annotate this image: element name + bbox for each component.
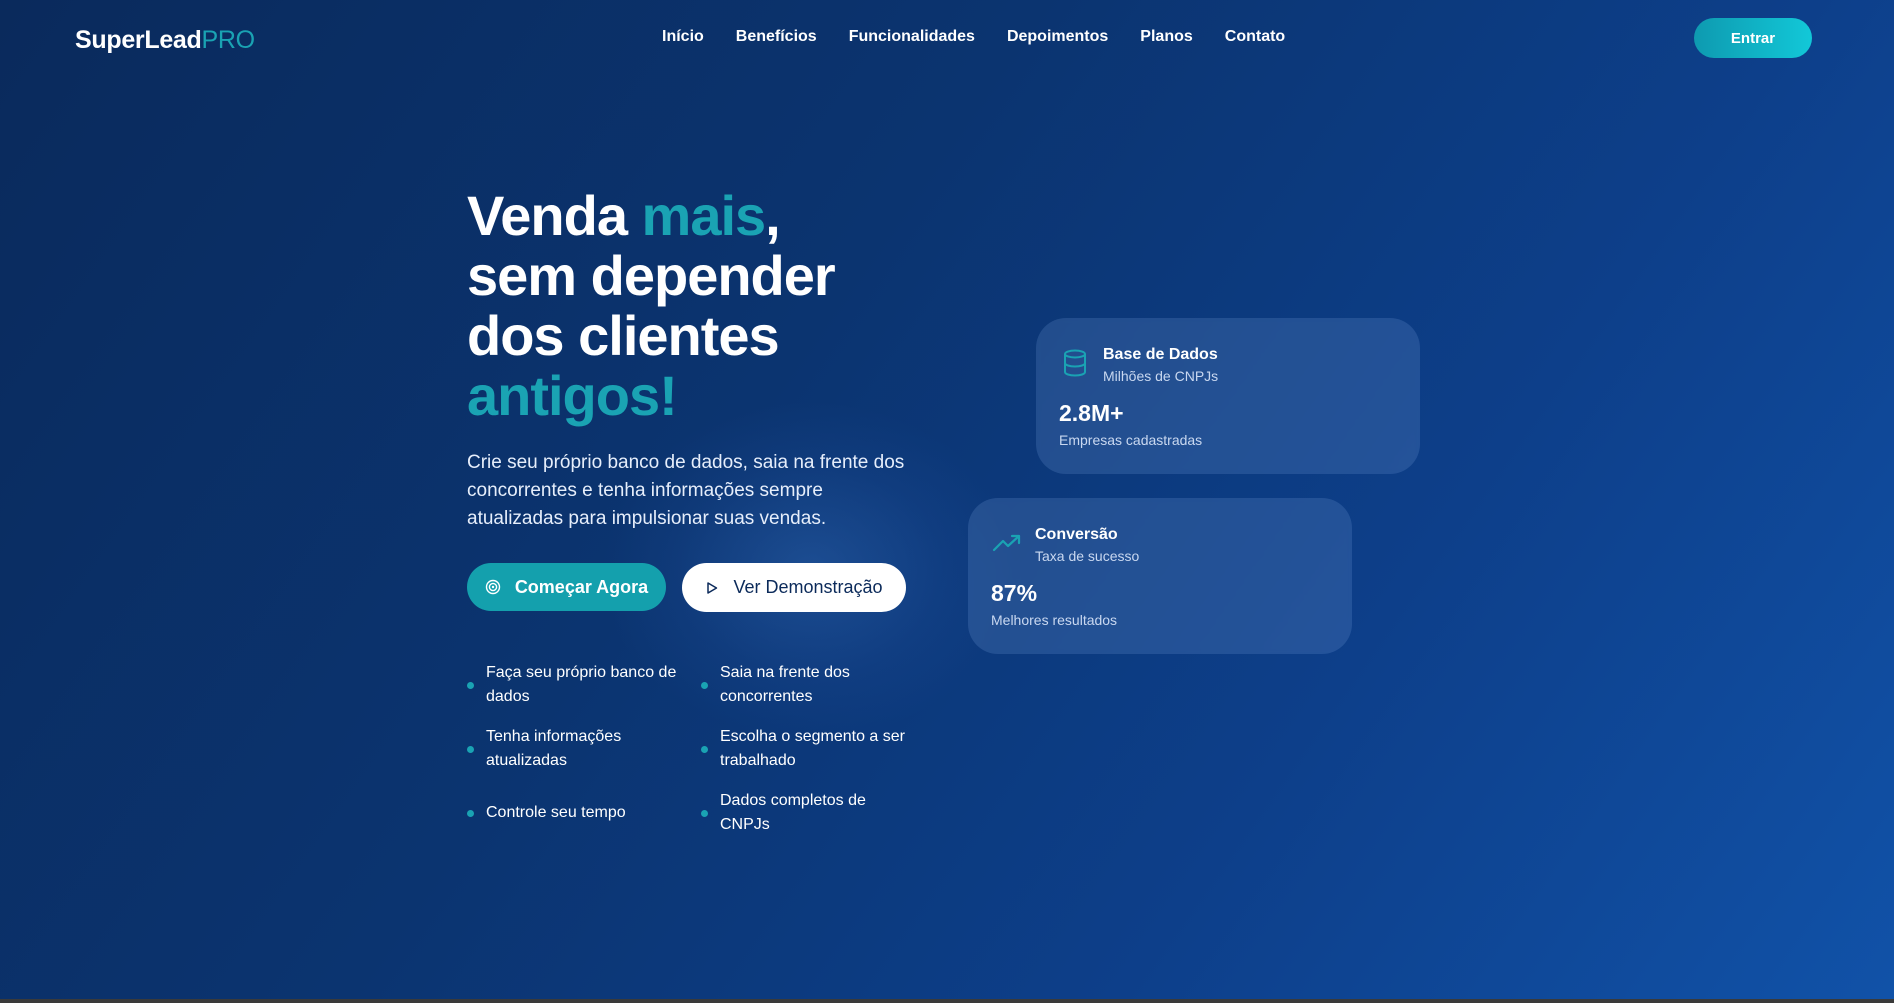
card-value: 2.8M+ (1059, 400, 1124, 426)
play-icon (707, 581, 718, 594)
hero-title-line3: dos clientes (467, 304, 780, 367)
trending-up-icon (992, 534, 1021, 552)
main-menu: Início Benefícios Funcionalidades Depoim… (662, 28, 1285, 46)
logo-main-text: SuperLead (75, 26, 202, 54)
feature-item: Escolha o segmento a ser trabalhado (701, 725, 937, 773)
hero-title-line2: sem depender (467, 244, 836, 307)
bottom-border (0, 999, 1894, 1003)
database-icon (1064, 349, 1086, 377)
feature-text: Saia na frente dos concorrentes (720, 664, 850, 705)
view-demo-label: Ver Demonstração (733, 577, 883, 597)
feature-list: Faça seu próprio banco de dados Saia na … (467, 661, 937, 837)
hero-title-part: Venda (467, 184, 642, 247)
card-description: Melhores resultados (991, 612, 1118, 628)
feature-item: Tenha informações atualizadas (467, 725, 701, 773)
feature-item: Faça seu próprio banco de dados (467, 661, 701, 709)
hero-title: Venda mais, sem depender dos clientes an… (467, 186, 927, 426)
bullet-dot-icon (467, 809, 474, 817)
feature-text: Escolha o segmento a ser trabalhado (720, 728, 905, 769)
card-title: Base de Dados (1103, 346, 1218, 363)
bullet-dot-icon (701, 809, 708, 817)
view-demo-button[interactable]: Ver Demonstração (682, 563, 906, 612)
hero-title-comma: , (765, 184, 781, 247)
logo-accent-text: PRO (201, 26, 256, 54)
feature-text: Controle seu tempo (486, 804, 626, 821)
hero-title-line4: antigos! (467, 364, 678, 427)
stat-card-database: Base de Dados Milhões de CNPJs 2.8M+ Emp… (1036, 318, 1420, 474)
start-now-button[interactable]: Começar Agora (467, 563, 666, 611)
bullet-dot-icon (701, 681, 708, 689)
feature-text: Faça seu próprio banco de dados (486, 664, 677, 705)
feature-text: Dados completos de CNPJs (720, 792, 866, 833)
hero-title-accent: mais (641, 184, 767, 247)
nav-link-funcionalidades[interactable]: Funcionalidades (849, 28, 975, 46)
feature-text: Tenha informações atualizadas (486, 728, 622, 769)
card-subtitle: Milhões de CNPJs (1103, 368, 1219, 384)
feature-item: Controle seu tempo (467, 789, 701, 837)
nav-link-contato[interactable]: Contato (1225, 28, 1285, 46)
stat-card-conversion: Conversão Taxa de sucesso 87% Melhores r… (968, 498, 1352, 654)
card-subtitle: Taxa de sucesso (1035, 548, 1140, 564)
target-icon (485, 579, 501, 595)
nav-link-planos[interactable]: Planos (1140, 28, 1192, 46)
bullet-dot-icon (467, 681, 474, 689)
card-title: Conversão (1035, 526, 1118, 543)
card-value: 87% (991, 580, 1038, 606)
top-navbar: SuperLeadPRO Início Benefícios Funcional… (0, 0, 1894, 78)
nav-link-depoimentos[interactable]: Depoimentos (1007, 28, 1108, 46)
feature-item: Dados completos de CNPJs (701, 789, 937, 837)
nav-link-beneficios[interactable]: Benefícios (736, 28, 817, 46)
bullet-dot-icon (701, 745, 708, 753)
bullet-dot-icon (467, 745, 474, 753)
nav-link-inicio[interactable]: Início (662, 28, 704, 46)
brand-logo[interactable]: SuperLeadPRO (75, 26, 255, 55)
start-now-label: Começar Agora (514, 576, 649, 597)
card-description: Empresas cadastradas (1059, 432, 1203, 448)
login-button[interactable]: Entrar (1694, 18, 1812, 58)
hero-subtitle: Crie seu próprio banco de dados, saia na… (467, 452, 905, 529)
feature-item: Saia na frente dos concorrentes (701, 661, 937, 709)
